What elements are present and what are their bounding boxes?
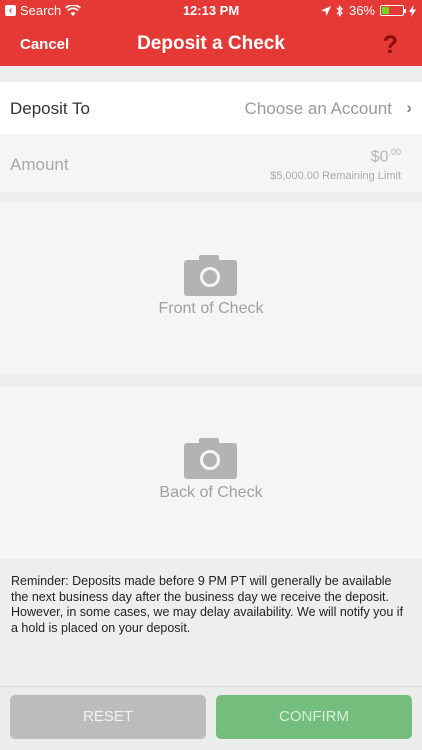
back-of-check-label: Back of Check	[159, 484, 263, 501]
location-icon	[320, 5, 331, 16]
nav-bar: Cancel Deposit a Check ?	[0, 22, 422, 66]
status-icons: 36%	[320, 3, 416, 18]
amount-value-cents: .00	[388, 147, 401, 157]
battery-icon	[380, 5, 406, 16]
help-icon[interactable]: ?	[383, 31, 398, 60]
remaining-limit: $5,000.00 Remaining Limit	[270, 170, 401, 182]
camera-icon	[184, 438, 237, 479]
deposit-reminder-text: Reminder: Deposits made before 9 PM PT w…	[11, 574, 404, 635]
page-title: Deposit a Check	[137, 33, 285, 54]
back-of-check-capture[interactable]: Back of Check	[0, 387, 422, 559]
deposit-to-row[interactable]: Deposit To Choose an Account ›	[0, 82, 422, 134]
account-selector-value: Choose an Account	[244, 99, 392, 118]
status-bar: ‹ Search 12:13 PM 36%	[0, 0, 422, 22]
front-of-check-label: Front of Check	[158, 300, 264, 317]
amount-row[interactable]: Amount $0.00 $5,000.00 Remaining Limit	[0, 134, 422, 192]
confirm-button[interactable]: CONFIRM	[216, 695, 412, 739]
charging-bolt-icon	[409, 4, 416, 17]
battery-percent: 36%	[348, 3, 375, 18]
reset-button[interactable]: RESET	[10, 695, 206, 739]
front-of-check-capture[interactable]: Front of Check	[0, 202, 422, 374]
deposit-to-label: Deposit To	[10, 99, 91, 118]
action-bar: RESET CONFIRM	[0, 686, 422, 750]
amount-field[interactable]: Amount	[10, 155, 69, 175]
chevron-right-icon: ›	[406, 98, 412, 117]
amount-value: $0.00	[371, 147, 401, 166]
amount-value-whole: $0	[370, 148, 389, 166]
camera-icon	[184, 255, 237, 296]
bluetooth-icon	[336, 4, 343, 17]
